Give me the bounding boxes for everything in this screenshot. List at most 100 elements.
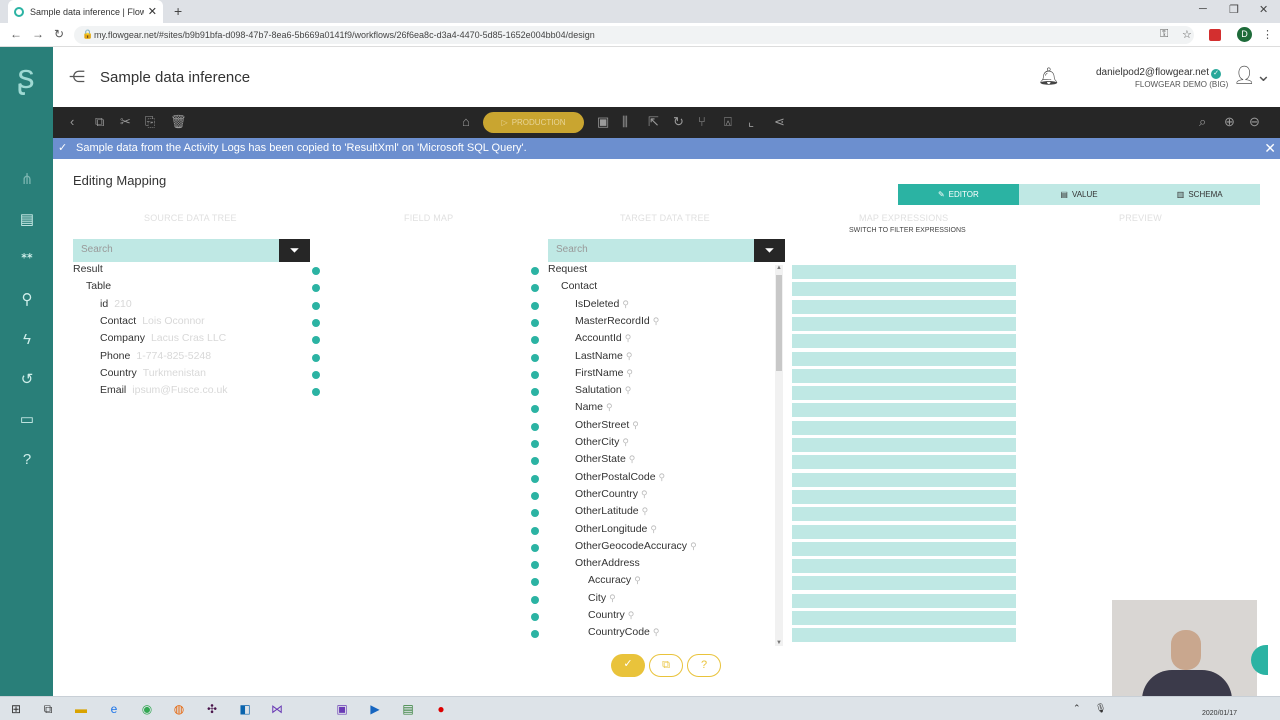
tools-nav-icon[interactable]: ⚲ — [16, 289, 38, 311]
source-tree-item[interactable]: Company Lacus Cras LLC — [100, 332, 226, 349]
target-tree-item[interactable]: City ⚲ — [588, 592, 616, 609]
home-icon[interactable]: ⌂ — [462, 114, 470, 129]
restore-icon[interactable]: ❐ — [1229, 3, 1239, 16]
search-icon[interactable]: ⌕ — [1199, 114, 1206, 130]
target-tree-item[interactable]: IsDeleted ⚲ — [575, 298, 629, 315]
target-tree-item[interactable]: Salutation ⚲ — [575, 384, 631, 401]
chrome-icon[interactable]: ◉ — [139, 701, 155, 717]
window-nav-icon[interactable]: ▭ — [16, 409, 38, 431]
target-tree-item[interactable]: Request — [548, 263, 587, 280]
chart-icon[interactable]: ⌞ — [748, 114, 754, 130]
outlook-icon[interactable]: ◧ — [237, 701, 253, 717]
map-expression-field[interactable] — [792, 559, 1016, 574]
target-connector-dot[interactable] — [531, 370, 539, 379]
target-connector-dot[interactable] — [531, 543, 539, 552]
target-tree-item[interactable]: Accuracy ⚲ — [588, 574, 641, 591]
source-connector-dot[interactable] — [312, 388, 320, 397]
map-expression-field[interactable] — [792, 368, 1016, 383]
open-external-icon[interactable]: ⇱ — [648, 114, 659, 130]
target-connector-dot[interactable] — [531, 336, 539, 345]
target-tree-item[interactable]: CountryCode ⚲ — [588, 626, 659, 643]
minimize-icon[interactable]: ─ — [1199, 3, 1207, 15]
map-expression-field[interactable] — [792, 576, 1016, 591]
key-icon[interactable]: ⚲ — [641, 489, 648, 499]
scroll-up-icon[interactable]: ▲ — [776, 265, 782, 271]
key-icon[interactable]: ⚲ — [642, 506, 649, 516]
extension-icon[interactable] — [1209, 29, 1221, 41]
target-tree-item[interactable]: AccountId ⚲ — [575, 332, 631, 349]
connections-nav-icon[interactable]: ᕯ — [16, 249, 38, 271]
switch-filter-expressions-link[interactable]: SWITCH TO FILTER EXPRESSIONS — [849, 227, 966, 234]
back-icon[interactable]: ← — [10, 27, 22, 41]
reload-icon[interactable]: ↻ — [54, 27, 64, 41]
map-expression-field[interactable] — [792, 316, 1016, 331]
copy-button[interactable]: ⧉ — [649, 654, 683, 677]
url-field[interactable]: 🔒 my.flowgear.net/#sites/b9b91bfa-d098-4… — [74, 26, 1194, 44]
microphone-icon[interactable]: 🎙︎ — [1095, 703, 1106, 714]
target-tree-item[interactable]: OtherGeocodeAccuracy ⚲ — [575, 540, 697, 557]
target-connector-dot[interactable] — [531, 509, 539, 518]
target-tree-item[interactable]: OtherLatitude ⚲ — [575, 505, 648, 522]
target-connector-dot[interactable] — [531, 630, 539, 639]
key-icon[interactable]: ⚲ — [659, 472, 666, 482]
star-icon[interactable]: ☆ — [1182, 28, 1192, 41]
target-tree-item[interactable]: OtherStreet ⚲ — [575, 419, 639, 436]
source-tree-item[interactable]: Phone 1-774-825-5248 — [100, 350, 211, 367]
production-button[interactable]: ▷ PRODUCTION — [483, 112, 584, 133]
firefox-icon[interactable]: ◍ — [171, 701, 187, 717]
scroll-down-icon[interactable]: ▼ — [776, 640, 782, 646]
permissions-icon[interactable]: ⍓ — [724, 114, 732, 130]
map-expression-field[interactable] — [792, 420, 1016, 435]
map-expression-field[interactable] — [792, 472, 1016, 487]
target-connector-dot[interactable] — [531, 267, 539, 275]
triggers-nav-icon[interactable]: ϟ — [16, 329, 38, 351]
share-icon[interactable]: ⋖ — [774, 114, 785, 130]
map-expression-field[interactable] — [792, 611, 1016, 625]
target-tree-item[interactable]: OtherCountry ⚲ — [575, 488, 648, 505]
map-expression-field[interactable] — [792, 299, 1016, 314]
file-explorer-icon[interactable]: ▬ — [73, 701, 89, 717]
key-icon[interactable]: ⚿ — [1160, 28, 1168, 41]
map-expression-field[interactable] — [792, 265, 1016, 279]
target-connector-dot[interactable] — [531, 422, 539, 431]
target-connector-dot[interactable] — [531, 491, 539, 500]
source-connector-dot[interactable] — [312, 370, 320, 379]
zoom-in-icon[interactable]: ⊕ — [1224, 114, 1235, 130]
key-icon[interactable]: ⚲ — [628, 610, 635, 620]
key-icon[interactable]: ⚲ — [622, 437, 629, 447]
key-icon[interactable]: ⚲ — [634, 575, 641, 585]
target-connector-dot[interactable] — [531, 457, 539, 466]
map-expression-field[interactable] — [792, 541, 1016, 556]
key-icon[interactable]: ⚲ — [625, 385, 632, 395]
paste-icon[interactable]: ⎘ — [145, 114, 155, 130]
target-connector-dot[interactable] — [531, 526, 539, 535]
task-view-icon[interactable]: ⧉ — [40, 701, 56, 717]
documents-nav-icon[interactable]: ▤ — [16, 209, 38, 231]
copy-icon[interactable]: ⧉ — [95, 114, 104, 130]
key-icon[interactable]: ⚲ — [606, 402, 613, 412]
map-expression-field[interactable] — [792, 593, 1016, 608]
key-icon[interactable]: ⚲ — [653, 627, 660, 637]
app-icon[interactable]: ▣ — [334, 701, 350, 717]
target-tree-item[interactable]: OtherLongitude ⚲ — [575, 523, 657, 540]
browser-tab[interactable]: Sample data inference | Flowgear ✕ — [8, 0, 163, 23]
key-icon[interactable]: ⚲ — [626, 351, 633, 361]
slack-icon[interactable]: ✣ — [204, 701, 220, 717]
back-arrow-icon[interactable]: ‹ — [70, 114, 74, 129]
profile-avatar[interactable]: D — [1237, 27, 1252, 42]
target-tree-item[interactable]: LastName ⚲ — [575, 350, 632, 367]
target-tree-item[interactable]: OtherAddress — [575, 557, 640, 574]
target-connector-dot[interactable] — [531, 561, 539, 570]
user-avatar-icon[interactable]: 👤︎⌄ — [1233, 65, 1271, 86]
visual-studio-icon[interactable]: ⋈ — [269, 701, 285, 717]
edge-icon[interactable]: e — [106, 701, 122, 717]
map-expression-field[interactable] — [792, 455, 1016, 470]
map-expression-field[interactable] — [792, 628, 1016, 643]
target-tree-item[interactable]: OtherPostalCode ⚲ — [575, 471, 665, 488]
scroll-thumb[interactable] — [776, 275, 782, 371]
target-connector-dot[interactable] — [531, 578, 539, 587]
notes-icon[interactable]: ▤ — [400, 701, 416, 717]
source-connector-dot[interactable] — [312, 318, 320, 327]
target-tree-item[interactable]: Contact — [561, 280, 597, 297]
map-expression-field[interactable] — [792, 282, 1016, 297]
